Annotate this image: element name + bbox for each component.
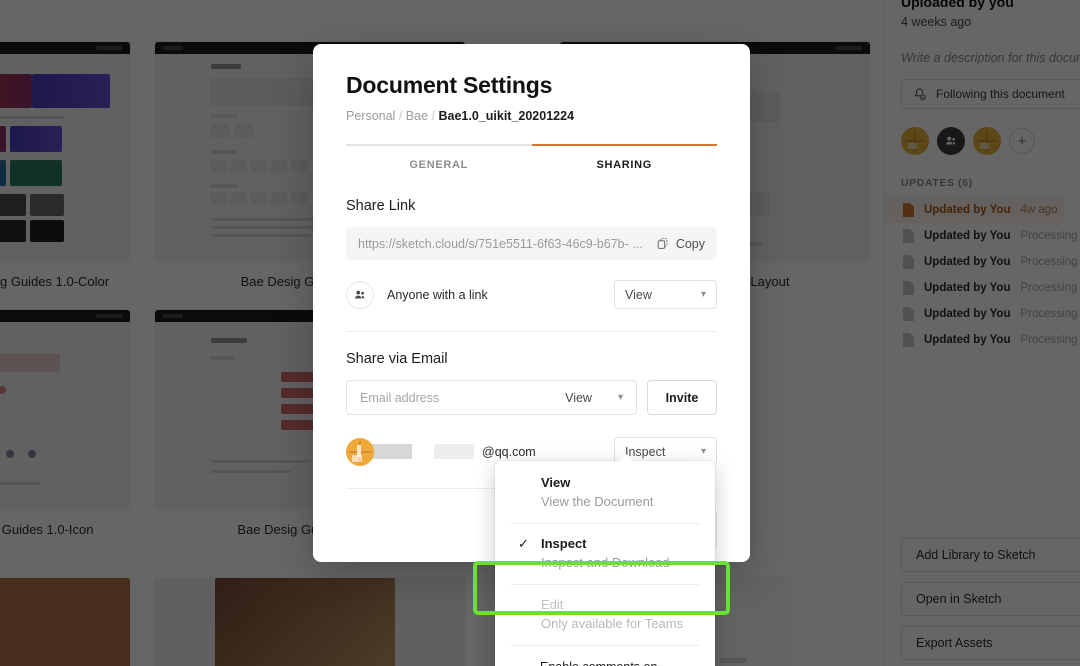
copy-link-button[interactable]: Copy xyxy=(656,237,705,251)
share-link-heading: Share Link xyxy=(346,198,416,214)
share-email-heading: Share via Email xyxy=(346,351,448,367)
menu-item-title: View xyxy=(541,475,571,490)
enable-comments-label: Enable comments on Artboards. xyxy=(540,660,699,666)
chevron-down-icon: ▾ xyxy=(617,392,623,403)
menu-item-title: Edit xyxy=(541,597,564,612)
link-access-row: Anyone with a link View ▾ xyxy=(346,280,717,309)
dialog-title: Document Settings xyxy=(346,72,553,98)
menu-item-subtitle: View the Document xyxy=(541,494,654,509)
email-address-input[interactable]: Email address View ▾ xyxy=(346,380,637,415)
chevron-down-icon: ▾ xyxy=(700,446,706,457)
menu-divider xyxy=(511,584,699,585)
member-name-redacted xyxy=(370,444,412,459)
tab-general[interactable]: GENERAL xyxy=(346,144,532,171)
invite-button[interactable]: Invite xyxy=(647,380,717,415)
section-divider xyxy=(346,331,717,332)
email-placeholder: Email address xyxy=(360,390,440,405)
menu-item-subtitle: Inspect and Download xyxy=(541,555,670,570)
share-link-field[interactable]: https://sketch.cloud/s/751e5511-6f63-46c… xyxy=(346,227,717,260)
menu-item-title: Inspect xyxy=(541,536,587,551)
app-root: g Guides 1.0-Color xyxy=(0,0,1080,666)
copy-icon xyxy=(657,238,668,249)
chevron-down-icon: ▾ xyxy=(700,289,706,300)
member-avatar xyxy=(346,437,374,466)
breadcrumb-separator: / xyxy=(398,109,403,123)
enable-comments-row[interactable]: ✓ Enable comments on Artboards. xyxy=(495,652,715,666)
email-permission-value: View xyxy=(565,390,592,405)
share-link-url: https://sketch.cloud/s/751e5511-6f63-46c… xyxy=(358,236,643,251)
breadcrumb-folder[interactable]: Bae xyxy=(406,109,428,123)
breadcrumb: Personal / Bae / Bae1.0_uikit_20201224 xyxy=(346,109,717,123)
breadcrumb-root[interactable]: Personal xyxy=(346,109,395,123)
dialog-tabs: GENERAL SHARING xyxy=(346,144,717,171)
member-email: @qq.com xyxy=(482,444,536,459)
link-permission-select[interactable]: View ▾ xyxy=(614,280,717,309)
email-permission-select[interactable]: View ▾ xyxy=(565,391,623,405)
check-icon: ✓ xyxy=(518,536,529,551)
member-handle-redacted xyxy=(434,444,474,459)
copy-label: Copy xyxy=(675,236,705,251)
menu-item-view[interactable]: View View the Document xyxy=(495,469,715,517)
menu-divider xyxy=(511,645,699,646)
menu-item-inspect[interactable]: ✓ Inspect Inspect and Download xyxy=(495,530,715,578)
menu-divider xyxy=(511,523,699,524)
link-permission-value: View xyxy=(625,287,652,302)
share-email-row: Email address View ▾ Invite xyxy=(346,380,717,415)
breadcrumb-separator: / xyxy=(431,109,436,123)
menu-item-subtitle: Only available for Teams xyxy=(541,616,684,631)
permission-dropdown-menu: View View the Document ✓ Inspect Inspect… xyxy=(495,454,715,666)
link-access-label: Anyone with a link xyxy=(387,287,488,302)
tab-sharing[interactable]: SHARING xyxy=(531,144,717,171)
breadcrumb-current: Bae1.0_uikit_20201224 xyxy=(438,109,575,123)
menu-item-edit: Edit Only available for Teams xyxy=(495,591,715,639)
people-icon xyxy=(346,280,374,309)
